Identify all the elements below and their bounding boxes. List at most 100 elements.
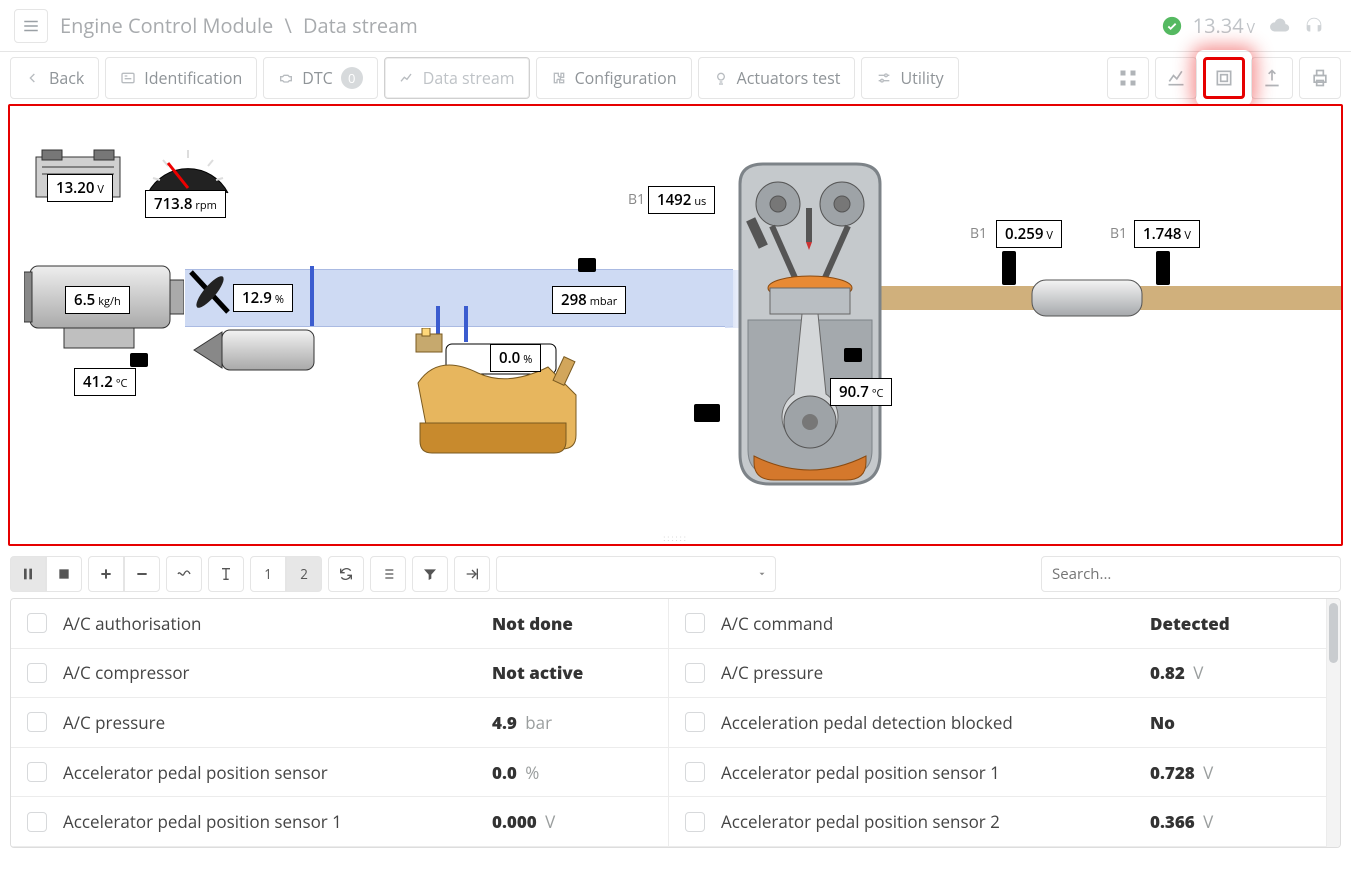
reset-button[interactable] [328, 556, 364, 592]
headset-icon[interactable] [1303, 15, 1325, 37]
puzzle-icon [551, 70, 567, 86]
param-row[interactable]: A/C authorisationNot done [11, 599, 668, 649]
printer-icon [1310, 68, 1330, 88]
header-voltage: 13.34V [1193, 12, 1255, 39]
injection-time-box: 1492us [648, 186, 715, 214]
export-icon [1262, 68, 1282, 88]
maf-graphic [24, 258, 184, 378]
tab-actuators[interactable]: Actuators test [698, 57, 856, 99]
view-grid-button[interactable] [1107, 57, 1149, 99]
list-button[interactable] [370, 556, 406, 592]
scrollbar-thumb[interactable] [1329, 603, 1338, 663]
sliders-icon [876, 70, 892, 86]
breadcrumb-page: Data stream [303, 12, 418, 39]
chart-line-icon [399, 70, 415, 86]
resize-grip[interactable]: :::::::::::: [659, 533, 693, 541]
iat-sensor-nub [130, 353, 148, 367]
param-value: 0.82 V [1150, 661, 1310, 684]
row-checkbox[interactable] [27, 762, 47, 782]
zoom-out-button[interactable] [124, 556, 160, 592]
menu-icon [22, 17, 40, 35]
param-name: A/C compressor [63, 661, 492, 684]
search-input[interactable] [1041, 556, 1341, 592]
param-row[interactable]: Accelerator pedal position sensor0.0 % [11, 748, 668, 798]
param-value: No [1150, 711, 1310, 734]
injection-bank-label: B1 [628, 190, 645, 209]
refresh-icon [338, 566, 354, 582]
param-name: Accelerator pedal position sensor 2 [721, 810, 1150, 833]
stop-button[interactable] [46, 556, 82, 592]
row-checkbox[interactable] [685, 712, 705, 732]
o2b-box: 1.748V [1134, 220, 1200, 248]
evap-box: 0.0% [490, 344, 541, 372]
param-row[interactable]: A/C compressorNot active [11, 649, 668, 699]
param-name: Acceleration pedal detection blocked [721, 711, 1150, 734]
tab-identification[interactable]: Identification [105, 57, 257, 99]
param-row[interactable]: A/C commandDetected [669, 599, 1326, 649]
row-checkbox[interactable] [27, 613, 47, 633]
param-name: Accelerator pedal position sensor 1 [721, 761, 1150, 784]
param-value: 0.366 V [1150, 810, 1310, 833]
param-row[interactable]: A/C pressure0.82 V [669, 649, 1326, 699]
rpm-box: 713.8rpm [145, 190, 226, 218]
param-row[interactable]: Accelerator pedal position sensor 10.000… [11, 797, 668, 847]
row-checkbox[interactable] [685, 812, 705, 832]
tab-configuration[interactable]: Configuration [536, 57, 692, 99]
row-checkbox[interactable] [685, 613, 705, 633]
throttle-box: 12.9% [233, 284, 293, 312]
param-value: 0.000 V [492, 810, 652, 833]
plus-icon [98, 566, 114, 582]
filter-button[interactable] [412, 556, 448, 592]
view-diagram-button[interactable] [1203, 57, 1245, 99]
columns-1-button[interactable]: 1 [250, 556, 286, 592]
pause-button[interactable] [10, 556, 46, 592]
back-button[interactable]: Back [10, 57, 99, 99]
tab-dtc[interactable]: DTC 0 [263, 57, 378, 99]
preset-select[interactable] [496, 556, 776, 592]
columns-2-button[interactable]: 2 [286, 556, 322, 592]
arrow-right-bar-icon [464, 566, 480, 582]
row-checkbox[interactable] [27, 812, 47, 832]
diagram-icon [1214, 68, 1234, 88]
param-name: A/C authorisation [63, 612, 492, 635]
crank-sensor-nub [694, 404, 720, 422]
tab-data-stream[interactable]: Data stream [384, 57, 530, 99]
param-value: Not done [492, 612, 652, 635]
row-checkbox[interactable] [27, 663, 47, 683]
chevron-down-icon [757, 569, 767, 579]
o2b-sensor-nub [1156, 251, 1170, 285]
row-checkbox[interactable] [685, 663, 705, 683]
go-button[interactable] [454, 556, 490, 592]
o2a-bank-label: B1 [970, 224, 987, 243]
param-row[interactable]: Acceleration pedal detection blockedNo [669, 698, 1326, 748]
param-row[interactable]: Accelerator pedal position sensor 20.366… [669, 797, 1326, 847]
zoom-in-button[interactable] [88, 556, 124, 592]
map-sensor-nub [578, 258, 596, 272]
export-button[interactable] [1251, 57, 1293, 99]
menu-button[interactable] [14, 9, 48, 43]
row-checkbox[interactable] [685, 762, 705, 782]
maf-box: 6.5kg/h [65, 286, 130, 314]
view-chart-button[interactable] [1155, 57, 1197, 99]
layout-b-button[interactable] [208, 556, 244, 592]
throttle-actuator-icon [192, 322, 322, 378]
coolant-sensor-nub [844, 348, 862, 362]
param-name: A/C command [721, 612, 1150, 635]
param-row[interactable]: Accelerator pedal position sensor 10.728… [669, 748, 1326, 798]
param-name: Accelerator pedal position sensor [63, 761, 492, 784]
o2a-box: 0.259V [996, 220, 1062, 248]
scrollbar[interactable] [1326, 599, 1340, 847]
layout-a-button[interactable] [166, 556, 202, 592]
battery-voltage-box: 13.20V [47, 174, 113, 202]
text-height-icon [218, 566, 234, 582]
row-checkbox[interactable] [27, 712, 47, 732]
print-button[interactable] [1299, 57, 1341, 99]
cloud-icon[interactable] [1269, 15, 1291, 37]
param-value: 0.0 % [492, 761, 652, 784]
tab-utility[interactable]: Utility [861, 57, 958, 99]
filter-icon [422, 566, 438, 582]
bulb-icon [713, 70, 729, 86]
param-row[interactable]: A/C pressure4.9 bar [11, 698, 668, 748]
iat-box: 41.2°C [74, 368, 136, 396]
minus-icon [134, 566, 150, 582]
